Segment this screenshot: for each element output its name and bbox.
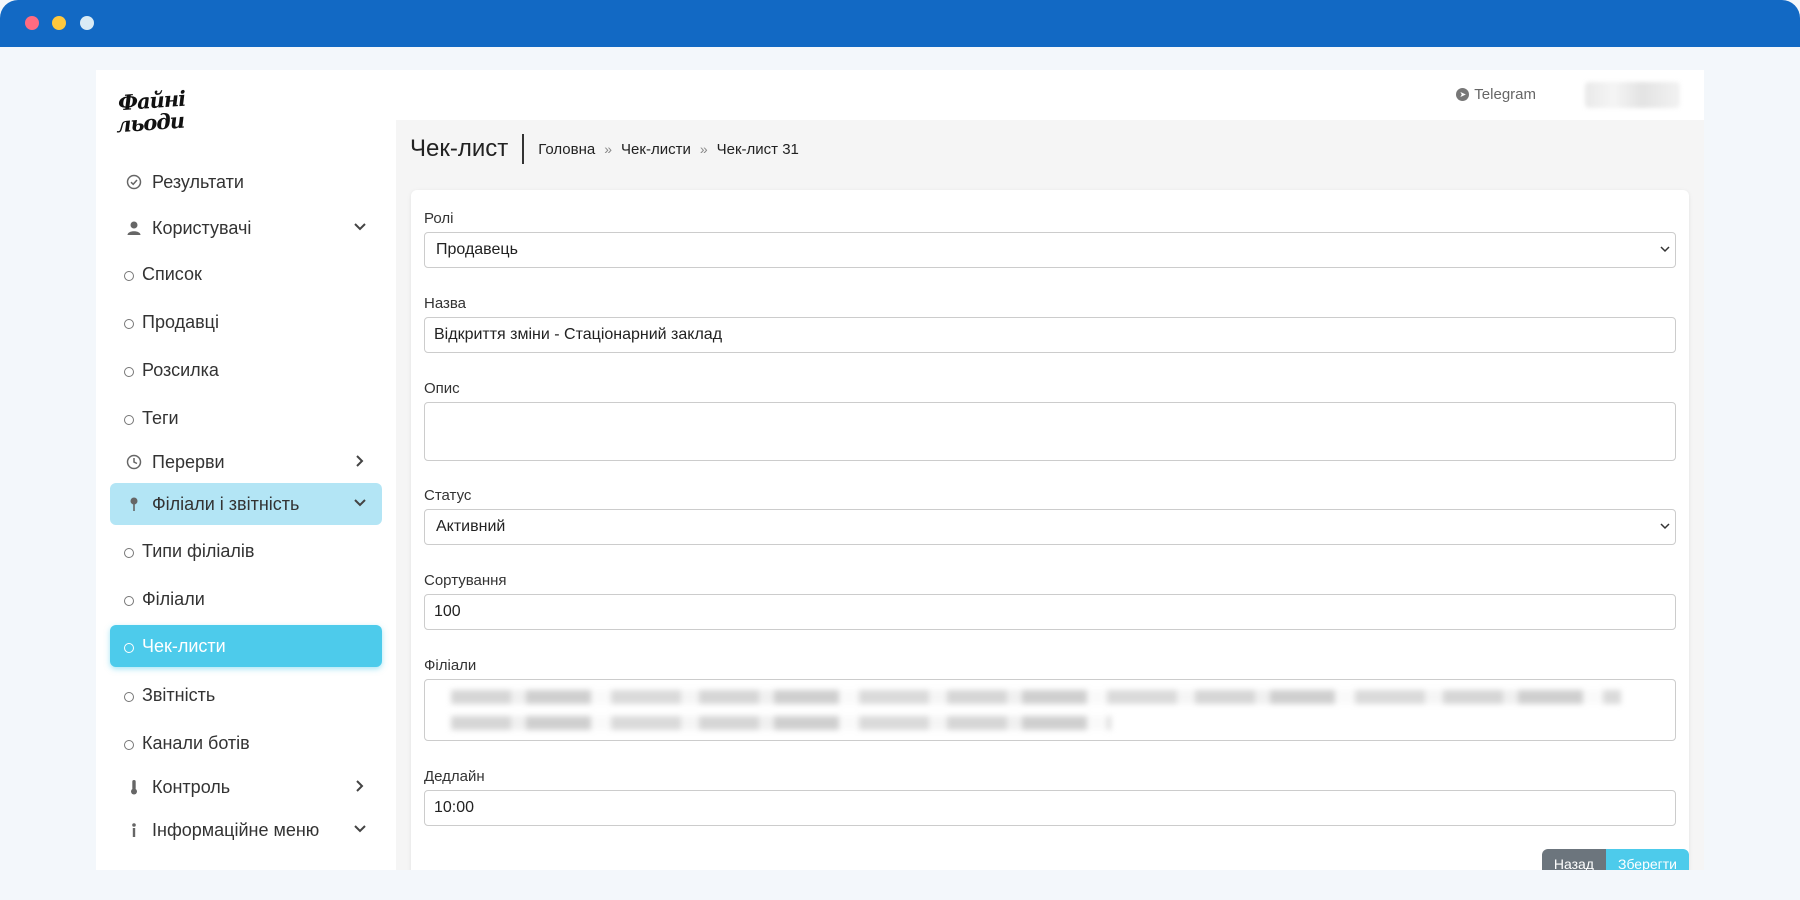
main-content: Чек-лист Головна » Чек-листи » Чек-лист … (396, 120, 1704, 870)
sidebar-item-label: Результати (152, 171, 244, 192)
brand-logo[interactable]: Файні льоди (115, 86, 186, 138)
branches-blurred-row (451, 716, 1111, 730)
circle-bullet-icon (124, 691, 134, 702)
sorting-input[interactable] (424, 594, 1676, 630)
sidebar-item-mailing[interactable]: Розсилка (110, 349, 382, 391)
branches-label: Філіали (424, 657, 477, 674)
sidebar-item-breaks[interactable]: Перерви (110, 441, 382, 483)
sidebar-item-tags[interactable]: Теги (110, 397, 382, 439)
close-window-dot[interactable] (25, 16, 39, 30)
description-textarea[interactable] (424, 402, 1676, 461)
sidebar-item-label: Контроль (152, 776, 231, 797)
sidebar-item-control[interactable]: Контроль (110, 766, 382, 808)
sidebar-item-label: Перерви (152, 451, 225, 472)
sidebar-item-label: Філіали і звітність (152, 493, 300, 514)
sidebar-item-results[interactable]: Результати (110, 161, 382, 203)
minimize-window-dot[interactable] (52, 16, 66, 30)
sidebar: Файні льоди Результати Користувачі Списо… (96, 70, 396, 870)
breadcrumb-checklists[interactable]: Чек-листи (621, 141, 691, 158)
save-button[interactable]: Зберегти (1605, 849, 1689, 870)
circle-bullet-icon (124, 595, 134, 606)
breadcrumb-home[interactable]: Головна (538, 141, 595, 158)
sidebar-item-branch-types[interactable]: Типи філіалів (110, 530, 382, 572)
circle-bullet-icon (124, 547, 134, 558)
roles-select[interactable]: Продавець (424, 232, 1676, 268)
status-select[interactable]: Активний (424, 509, 1676, 545)
maximize-window-dot[interactable] (80, 16, 94, 30)
app-window: Файні льоди Результати Користувачі Списо… (96, 70, 1704, 870)
name-label: Назва (424, 295, 467, 312)
page-header: Чек-лист Головна » Чек-листи » Чек-лист … (410, 134, 799, 164)
form-actions: Назад Зберегти (1541, 849, 1689, 870)
chevron-down-icon (352, 495, 368, 511)
sidebar-item-sellers[interactable]: Продавці (110, 301, 382, 343)
sidebar-item-label: Звітність (142, 684, 216, 705)
sidebar-item-label: Філіали (142, 588, 205, 609)
name-input[interactable] (424, 317, 1676, 353)
circle-bullet-icon (124, 642, 134, 653)
clock-icon (124, 452, 144, 472)
sidebar-item-bot-channels[interactable]: Канали ботів (110, 722, 382, 764)
circle-bullet-icon (124, 414, 134, 425)
status-select-value: Активний (436, 518, 506, 535)
circle-bullet-icon (124, 270, 134, 281)
topbar: ➤ Telegram (396, 70, 1704, 120)
branches-multiselect[interactable] (424, 679, 1676, 741)
circle-bullet-icon (124, 318, 134, 329)
circle-bullet-icon (124, 366, 134, 377)
sidebar-item-branches-reports[interactable]: Філіали і звітність (110, 483, 382, 525)
sidebar-item-branches[interactable]: Філіали (110, 578, 382, 620)
breadcrumb-current: Чек-лист 31 (716, 140, 799, 158)
sidebar-item-label: Канали ботів (142, 732, 250, 753)
chevron-down-icon (352, 219, 368, 235)
map-pin-icon (124, 494, 144, 514)
user-icon (124, 218, 144, 238)
sidebar-item-label: Інформаційне меню (152, 819, 320, 840)
chevron-down-icon (352, 821, 368, 837)
user-menu[interactable] (1585, 82, 1680, 108)
sidebar-item-reports[interactable]: Звітність (110, 674, 382, 716)
chevron-right-icon (352, 778, 368, 794)
sidebar-item-label: Типи філіалів (142, 540, 255, 561)
sidebar-item-users[interactable]: Користувачі (110, 207, 382, 249)
chevron-down-icon (1660, 521, 1670, 533)
sidebar-item-label: Розсилка (142, 359, 219, 380)
circle-bullet-icon (124, 739, 134, 750)
checklist-form: Ролі Продавець Назва Опис Статус Активни… (411, 190, 1689, 870)
check-circle-icon (124, 172, 144, 192)
sidebar-item-label: Теги (142, 407, 179, 428)
sorting-label: Сортування (424, 572, 507, 589)
breadcrumb: Головна » Чек-листи » Чек-лист 31 (524, 141, 799, 158)
description-label: Опис (424, 380, 460, 397)
back-button[interactable]: Назад (1541, 849, 1606, 870)
deadline-input[interactable] (424, 790, 1676, 826)
chevron-right-icon (352, 453, 368, 469)
sidebar-item-label: Продавці (142, 311, 219, 332)
telegram-label: Telegram (1474, 86, 1536, 103)
telegram-icon: ➤ (1456, 88, 1470, 101)
deadline-label: Дедлайн (424, 768, 485, 785)
branches-blurred-row (451, 690, 1621, 704)
sidebar-item-label: Користувачі (152, 217, 252, 238)
sidebar-item-list[interactable]: Список (110, 253, 382, 295)
logo-line-2: льоди (115, 107, 185, 138)
chevron-down-icon (1660, 244, 1670, 256)
page-title: Чек-лист (410, 134, 525, 164)
thermometer-icon (124, 777, 144, 797)
roles-label: Ролі (424, 210, 454, 227)
breadcrumb-separator: » (604, 141, 613, 157)
breadcrumb-separator: » (699, 141, 708, 157)
telegram-link[interactable]: ➤ Telegram (1456, 86, 1536, 103)
sidebar-item-label: Чек-листи (142, 635, 226, 656)
info-icon (124, 820, 144, 840)
status-label: Статус (424, 487, 472, 504)
roles-select-value: Продавець (436, 241, 518, 258)
sidebar-item-label: Список (142, 263, 202, 284)
sidebar-item-checklists[interactable]: Чек-листи (110, 625, 382, 667)
window-titlebar (0, 0, 1800, 47)
sidebar-item-info-menu[interactable]: Інформаційне меню (110, 809, 382, 851)
